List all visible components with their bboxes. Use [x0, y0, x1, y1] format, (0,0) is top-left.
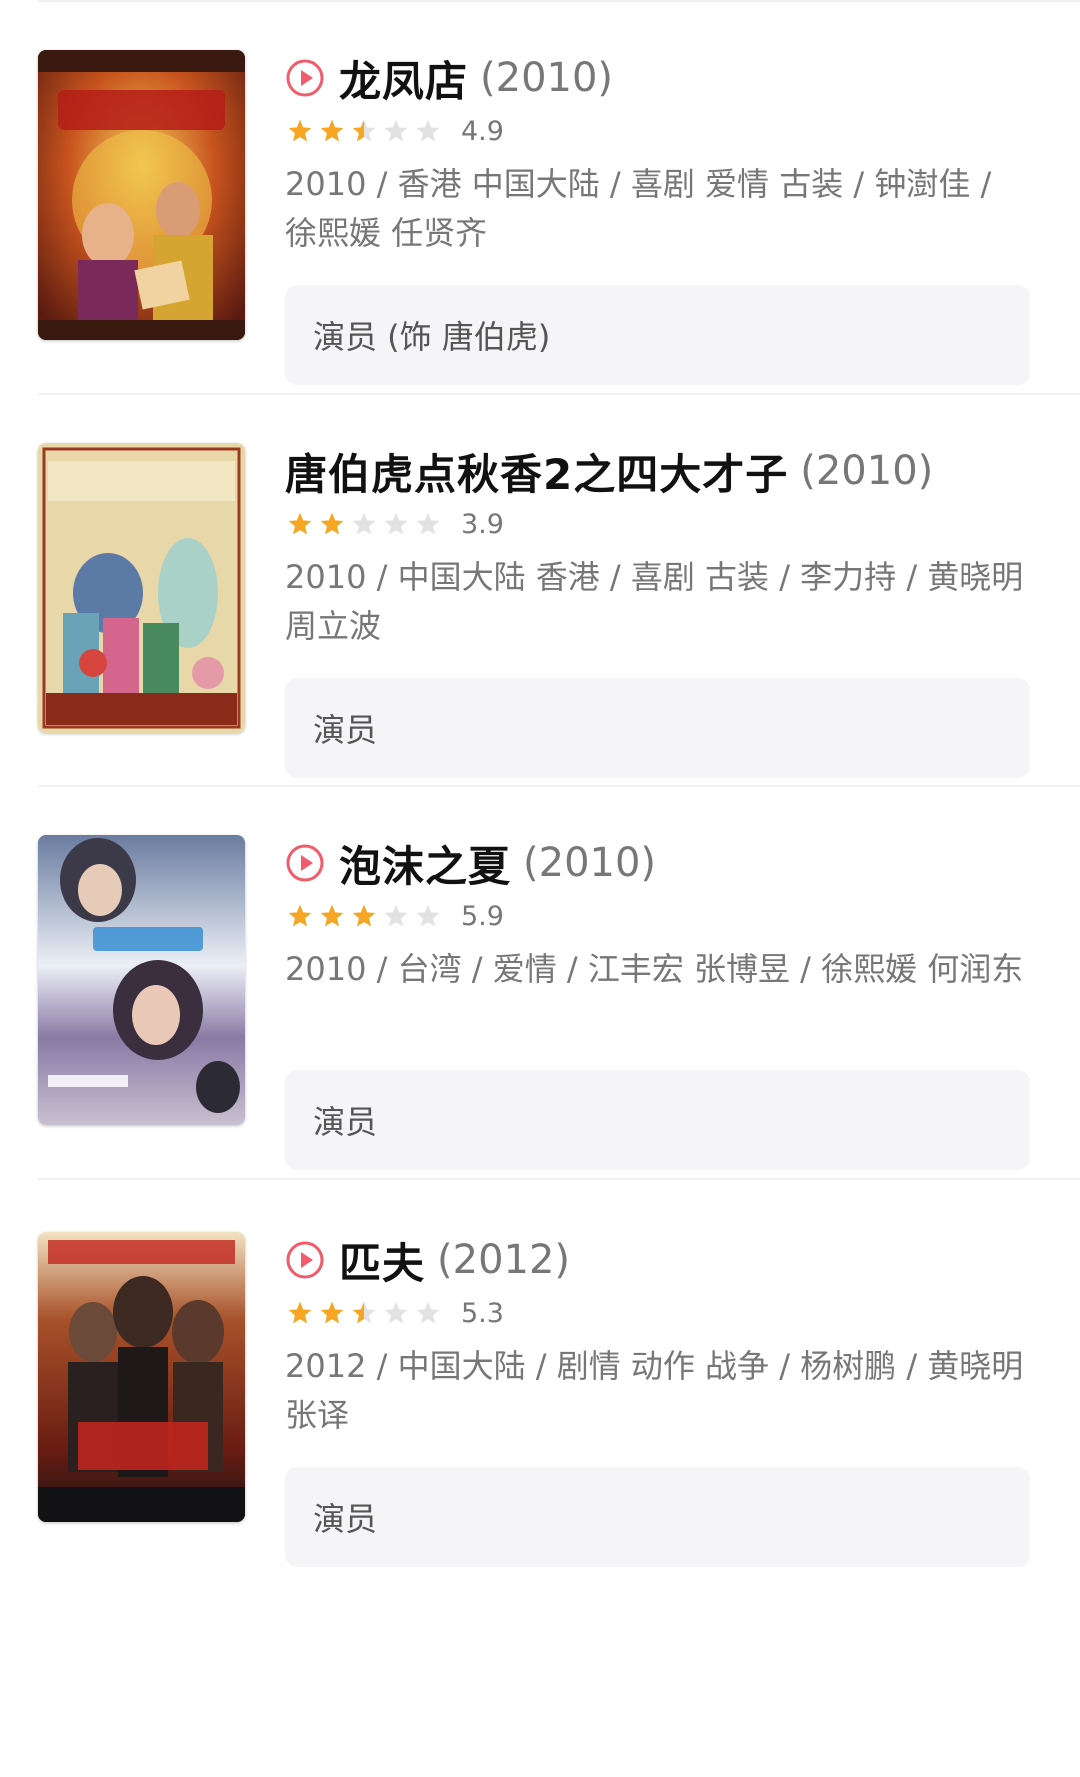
poster-image	[38, 835, 245, 1125]
movie-year: (2010)	[800, 448, 934, 494]
role-label: 演员	[313, 711, 378, 749]
role-label: 演员	[313, 1103, 378, 1141]
role-label: 演员	[313, 1500, 378, 1538]
movie-poster[interactable]	[38, 443, 245, 733]
movie-title[interactable]: 泡沫之夏	[339, 833, 511, 894]
star-icon	[416, 904, 440, 927]
movie-year: (2010)	[523, 840, 657, 886]
movie-meta: 2010 / 中国大陆 香港 / 喜剧 古装 / 李力持 / 黄晓明 周立波	[285, 558, 1024, 645]
star-rating	[287, 511, 447, 537]
card-divider	[38, 1178, 1080, 1180]
star-icon	[288, 904, 312, 927]
rating-row: 3.9	[287, 507, 504, 541]
movie-title[interactable]: 唐伯虎点秋香2之四大才子	[285, 441, 788, 502]
movie-title[interactable]: 匹夫	[339, 1230, 425, 1291]
star-icon	[288, 512, 312, 535]
star-rating	[287, 1300, 447, 1326]
title-row[interactable]: 唐伯虎点秋香2之四大才子 (2010)	[285, 443, 933, 499]
role-box: 演员	[285, 1467, 1030, 1567]
rating-score: 3.9	[461, 508, 504, 540]
star-icon	[320, 119, 344, 142]
top-divider	[38, 0, 1080, 2]
star-icon	[352, 904, 376, 927]
movie-meta: 2010 / 香港 中国大陆 / 喜剧 爱情 古装 / 钟澍佳 / 徐熙媛 任贤…	[285, 165, 992, 252]
movie-poster[interactable]	[38, 835, 245, 1125]
role-label: 演员 (饰 唐伯虎)	[313, 318, 551, 356]
rating-score: 5.9	[461, 900, 504, 932]
movie-card[interactable]: 泡沫之夏 (2010) 5.9 2010 / 台湾 / 爱情 / 江丰宏 张博昱…	[0, 835, 1080, 1280]
star-icon	[384, 1301, 408, 1324]
star-icon	[384, 904, 408, 927]
star-icon	[416, 119, 440, 142]
movie-meta: 2010 / 台湾 / 爱情 / 江丰宏 张博昱 / 徐熙媛 何润东	[285, 950, 1024, 988]
star-rating	[287, 903, 447, 929]
card-divider	[38, 785, 1080, 787]
movie-poster[interactable]	[38, 50, 245, 340]
star-icon	[384, 119, 408, 142]
star-icon	[416, 512, 440, 535]
rating-row: 5.3	[287, 1296, 504, 1330]
title-row[interactable]: 匹夫 (2012)	[285, 1232, 570, 1288]
movie-year: (2010)	[480, 55, 614, 101]
role-box: 演员 (饰 唐伯虎)	[285, 285, 1030, 385]
poster-image	[38, 1232, 245, 1522]
rating-score: 4.9	[461, 115, 504, 147]
card-divider	[38, 393, 1080, 395]
star-icon	[320, 512, 344, 535]
movie-year: (2012)	[437, 1237, 571, 1283]
star-icon	[384, 512, 408, 535]
star-icon	[352, 1301, 376, 1324]
movie-meta: 2012 / 中国大陆 / 剧情 动作 战争 / 杨树鹏 / 黄晓明 张译	[285, 1347, 1024, 1434]
movie-card[interactable]: 匹夫 (2012) 5.3 2012 / 中国大陆 / 剧情 动作 战争 / 杨…	[0, 1232, 1080, 1677]
star-icon	[320, 904, 344, 927]
rating-row: 4.9	[287, 114, 504, 148]
role-box: 演员	[285, 1070, 1030, 1170]
movie-card[interactable]: 唐伯虎点秋香2之四大才子 (2010) 3.9 2010 / 中国大陆 香港 /…	[0, 443, 1080, 888]
star-rating	[287, 118, 447, 144]
movie-poster[interactable]	[38, 1232, 245, 1522]
play-icon[interactable]	[285, 843, 325, 883]
play-icon[interactable]	[285, 1240, 325, 1280]
title-row[interactable]: 泡沫之夏 (2010)	[285, 835, 656, 891]
star-icon	[352, 512, 376, 535]
play-icon[interactable]	[285, 58, 325, 98]
movie-title[interactable]: 龙凤店	[339, 48, 468, 109]
movie-card[interactable]: 龙凤店 (2010) 4.9 2010 / 香港 中国大陆 / 喜剧 爱情 古装…	[0, 50, 1080, 495]
star-icon	[288, 119, 312, 142]
star-icon	[288, 1301, 312, 1324]
star-icon	[416, 1301, 440, 1324]
role-box: 演员	[285, 678, 1030, 778]
poster-image	[38, 50, 245, 340]
star-icon	[352, 119, 376, 142]
rating-row: 5.9	[287, 899, 504, 933]
title-row[interactable]: 龙凤店 (2010)	[285, 50, 613, 106]
rating-score: 5.3	[461, 1297, 504, 1329]
star-icon	[320, 1301, 344, 1324]
poster-image	[38, 443, 245, 733]
